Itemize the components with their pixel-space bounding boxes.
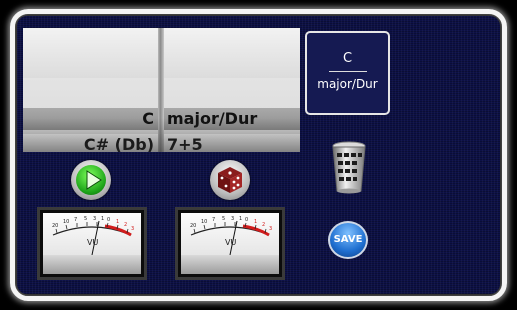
vu-label: VU <box>225 238 236 247</box>
vu-scale: 2010 7 531 01 23 VU <box>52 216 134 256</box>
chord-picker[interactable]: C C# (Db) D major/Dur 7+5 -9 <box>23 28 300 152</box>
svg-text:20: 20 <box>190 223 196 229</box>
dice-icon <box>218 167 242 193</box>
play-button[interactable] <box>71 160 111 200</box>
svg-text:10: 10 <box>201 219 207 225</box>
svg-text:1: 1 <box>254 219 257 225</box>
svg-text:5: 5 <box>222 216 225 222</box>
note-item-selected[interactable]: C <box>23 108 158 130</box>
vu-meter-face: 20 10 7 531 01 23 VU <box>43 213 141 256</box>
vu-meter-right: 20 10 7 531 01 23 VU <box>175 207 285 280</box>
save-button[interactable]: SAVE <box>328 221 368 259</box>
svg-text:3: 3 <box>231 216 234 222</box>
note-item[interactable]: C# (Db) <box>23 134 158 152</box>
vu-label: VU <box>87 238 98 247</box>
svg-text:1: 1 <box>101 216 104 222</box>
vu-meter-left: 20 10 7 531 01 23 VU <box>37 207 147 280</box>
chord-divider-line <box>328 71 367 72</box>
svg-text:2: 2 <box>262 222 265 228</box>
svg-text:3: 3 <box>269 226 272 232</box>
play-icon <box>86 170 102 190</box>
vu-meter-face: 20 10 7 531 01 23 VU <box>181 213 279 256</box>
mode-item[interactable]: 7+5 <box>164 134 300 152</box>
mode-item-selected[interactable]: major/Dur <box>164 108 300 130</box>
vu-meter-base <box>43 255 141 274</box>
svg-text:3: 3 <box>93 216 96 222</box>
svg-text:5: 5 <box>84 216 87 222</box>
svg-text:0: 0 <box>245 217 248 223</box>
delete-button[interactable] <box>330 141 368 194</box>
svg-text:7: 7 <box>74 217 77 223</box>
svg-text:0: 0 <box>107 217 110 223</box>
chord-root: C <box>342 51 353 66</box>
svg-text:1: 1 <box>239 216 242 222</box>
svg-text:10: 10 <box>63 219 69 225</box>
chord-mode: major/Dur <box>317 77 378 91</box>
note-wheel[interactable]: C C# (Db) D <box>23 28 158 152</box>
trash-icon <box>332 141 366 194</box>
vu-scale: 2010 7 531 01 23 VU <box>190 216 272 256</box>
chord-display[interactable]: C major/Dur <box>305 31 390 115</box>
vu-meter-base <box>181 255 279 274</box>
svg-text:3: 3 <box>131 226 134 232</box>
svg-text:1: 1 <box>116 219 119 225</box>
mode-wheel[interactable]: major/Dur 7+5 -9 <box>164 28 300 152</box>
random-chord-button[interactable] <box>210 160 250 200</box>
svg-text:20: 20 <box>52 223 58 229</box>
svg-text:2: 2 <box>124 222 127 228</box>
svg-text:7: 7 <box>212 217 215 223</box>
